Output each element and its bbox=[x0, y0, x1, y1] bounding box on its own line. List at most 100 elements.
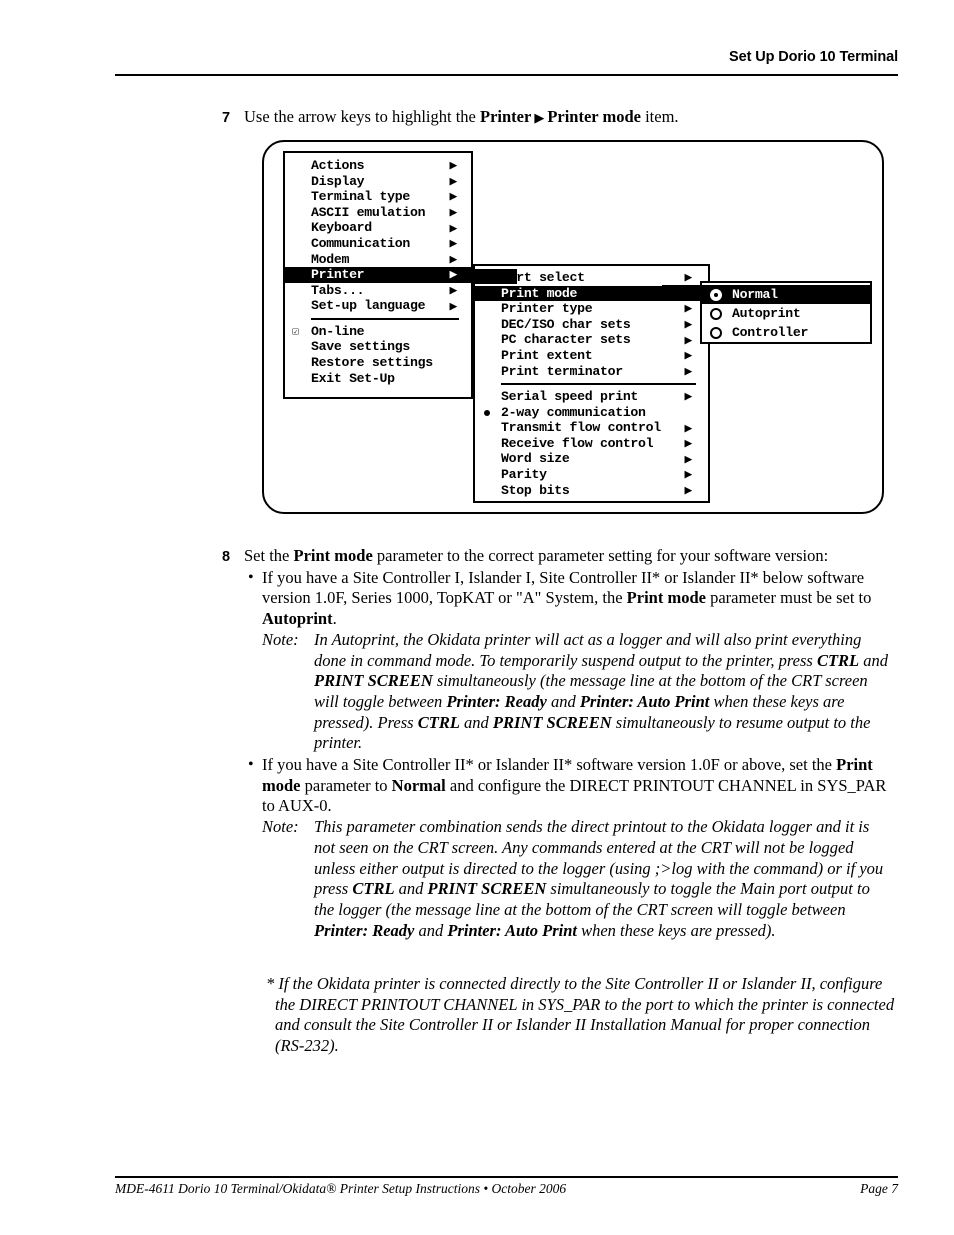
printer-selection-bleed bbox=[473, 268, 517, 285]
menu-item-actions[interactable]: Actions ▶ bbox=[285, 158, 471, 174]
menu-item-ascii-emulation[interactable]: ASCII emulation ▶ bbox=[285, 205, 471, 221]
submenu-arrow-icon: ▶ bbox=[684, 348, 692, 364]
menu-item-label: Print extent bbox=[501, 347, 593, 363]
note-1-seg-2: and bbox=[859, 650, 888, 670]
note-1: Note: In Autoprint, the Okidata printer … bbox=[262, 630, 894, 754]
note-1-bold-6: PRINT SCREEN bbox=[492, 712, 612, 732]
step-8-body: Set the Print mode parameter to the corr… bbox=[244, 546, 894, 941]
submenu-arrow-icon: ▶ bbox=[684, 389, 692, 405]
menu-item-exit-set-up[interactable]: Exit Set-Up bbox=[285, 371, 471, 387]
step-8-bullet-list: • If you have a Site Controller I, Islan… bbox=[244, 568, 894, 942]
menu-item-tabs[interactable]: Tabs... ▶ bbox=[285, 283, 471, 299]
submenu-arrow-icon: ▶ bbox=[684, 363, 692, 379]
step-8-lead: Set the Print mode parameter to the corr… bbox=[244, 546, 894, 567]
submenu-arrow-icon: ▶ bbox=[449, 173, 457, 189]
menu-item-terminal-type[interactable]: Terminal type ▶ bbox=[285, 189, 471, 205]
step-7-bold-printer: Printer bbox=[480, 107, 532, 126]
step-8: 8 Set the Print mode parameter to the co… bbox=[222, 546, 894, 941]
menu-item-display[interactable]: Display ▶ bbox=[285, 174, 471, 190]
menu-item-printer-type[interactable]: Printer type ▶ bbox=[475, 301, 708, 317]
setup-main-menu[interactable]: Actions ▶ Display ▶ Terminal type ▶ ASCI… bbox=[283, 151, 473, 399]
menu-item-communication[interactable]: Communication ▶ bbox=[285, 236, 471, 252]
radio-option-autoprint[interactable]: Autoprint bbox=[702, 304, 870, 323]
radio-option-controller[interactable]: Controller bbox=[702, 323, 870, 342]
footer-left-text: MDE-4611 Dorio 10 Terminal/Okidata® Prin… bbox=[115, 1181, 567, 1196]
print-mode-submenu[interactable]: Normal Autoprint Controller bbox=[700, 281, 872, 344]
menu-item-modem[interactable]: Modem ▶ bbox=[285, 252, 471, 268]
submenu-arrow-icon: ▶ bbox=[449, 251, 457, 267]
step-7-text-before: Use the arrow keys to highlight the bbox=[244, 107, 480, 126]
menu-item-set-up-language[interactable]: Set-up language ▶ bbox=[285, 298, 471, 314]
menu-item-print-terminator[interactable]: Print terminator ▶ bbox=[475, 364, 708, 380]
menu-item-label: Controller bbox=[732, 324, 809, 340]
page-footer: MDE-4611 Dorio 10 Terminal/Okidata® Prin… bbox=[115, 1181, 898, 1197]
submenu-arrow-icon: ▶ bbox=[684, 301, 692, 317]
asterisk-footnote: * If the Okidata printer is connected di… bbox=[266, 974, 895, 1056]
menu-item-label: Normal bbox=[732, 286, 778, 302]
menu-separator bbox=[501, 383, 696, 386]
header-title: Set Up Dorio 10 Terminal bbox=[729, 49, 898, 65]
menu-item-parity[interactable]: Parity ▶ bbox=[475, 467, 708, 483]
menu-item-2-way-communication[interactable]: 2-way communication bbox=[475, 405, 708, 421]
menu-item-label: Transmit flow control bbox=[501, 420, 661, 436]
menu-item-on-line[interactable]: ☑ On-line bbox=[285, 324, 471, 340]
menu-item-pc-character-sets[interactable]: PC character sets ▶ bbox=[475, 332, 708, 348]
footer-page-number: Page 7 bbox=[860, 1181, 898, 1196]
menu-item-label: 2-way communication bbox=[501, 404, 646, 420]
submenu-arrow-icon: ▶ bbox=[449, 267, 457, 283]
menu-item-transmit-flow-control[interactable]: Transmit flow control ▶ bbox=[475, 420, 708, 436]
menu-item-stop-bits[interactable]: Stop bits ▶ bbox=[475, 483, 708, 499]
menu-item-label: Save settings bbox=[311, 339, 410, 355]
submenu-arrow-icon: ▶ bbox=[684, 317, 692, 333]
submenu-arrow-icon: ▶ bbox=[449, 158, 457, 174]
submenu-arrow-icon: ▶ bbox=[449, 189, 457, 205]
menu-item-label: Modem bbox=[311, 251, 350, 267]
menu-item-keyboard[interactable]: Keyboard ▶ bbox=[285, 220, 471, 236]
radio-option-normal[interactable]: Normal bbox=[702, 285, 870, 304]
menu-item-receive-flow-control[interactable]: Receive flow control ▶ bbox=[475, 436, 708, 452]
note-2-seg-4: and bbox=[414, 920, 448, 940]
radio-unselected-icon[interactable] bbox=[710, 307, 722, 320]
bullet-1-bold-1: Print mode bbox=[626, 588, 706, 608]
submenu-arrow-icon: ▶ bbox=[449, 236, 457, 252]
bullet-2-bold-2: Normal bbox=[391, 775, 446, 795]
submenu-arrow-icon: ▶ bbox=[449, 205, 457, 221]
menu-item-label: Receive flow control bbox=[501, 435, 654, 451]
radio-selected-icon[interactable] bbox=[710, 288, 722, 301]
menu-item-dec-iso-char-sets[interactable]: DEC/ISO char sets ▶ bbox=[475, 317, 708, 333]
menu-item-print-extent[interactable]: Print extent ▶ bbox=[475, 348, 708, 364]
menu-item-label: Set-up language bbox=[311, 298, 426, 314]
step-8-lead-after: parameter to the correct parameter setti… bbox=[372, 546, 829, 565]
submenu-arrow-icon: ▶ bbox=[449, 298, 457, 314]
menu-item-label: Print mode bbox=[501, 285, 578, 301]
radio-unselected-icon[interactable] bbox=[710, 326, 722, 339]
menu-item-label: Parity bbox=[501, 467, 547, 483]
submenu-arrow-icon: ▶ bbox=[684, 467, 692, 483]
menu-item-printer[interactable]: Printer ▶ bbox=[285, 267, 471, 283]
note-1-seg-6: and bbox=[459, 712, 493, 732]
step-8-lead-bold: Print mode bbox=[293, 546, 373, 565]
menu-item-label: Keyboard bbox=[311, 220, 372, 236]
menu-item-label: ASCII emulation bbox=[311, 204, 426, 220]
note-1-bold-2: PRINT SCREEN bbox=[314, 671, 433, 691]
checkbox-checked-icon[interactable]: ☑ bbox=[292, 326, 299, 338]
menu-item-label: Actions bbox=[311, 157, 365, 173]
menu-item-label: Print terminator bbox=[501, 363, 623, 379]
menu-item-serial-speed-print[interactable]: Serial speed print ▶ bbox=[475, 389, 708, 405]
step-7-bold-printer-mode: Printer mode bbox=[547, 107, 641, 126]
submenu-arrow-icon: ▶ bbox=[684, 270, 692, 286]
page-header: Set Up Dorio 10 Terminal bbox=[115, 48, 898, 66]
menu-item-word-size[interactable]: Word size ▶ bbox=[475, 451, 708, 468]
menu-item-label: Communication bbox=[311, 235, 410, 251]
menu-item-label: Tabs... bbox=[311, 282, 365, 298]
note-1-bold-5: CTRL bbox=[417, 712, 460, 732]
menu-item-save-settings[interactable]: Save settings bbox=[285, 339, 471, 356]
bullet-1-seg-2: parameter must be set to bbox=[705, 588, 872, 608]
note-2-bold-4: Printer: Auto Print bbox=[447, 920, 577, 940]
menu-item-label: PC character sets bbox=[501, 332, 631, 348]
note-1-label: Note: bbox=[262, 629, 299, 649]
step-7-number: 7 bbox=[222, 110, 231, 126]
step-7-text: Use the arrow keys to highlight the Prin… bbox=[244, 107, 882, 129]
note-2-bold-3: Printer: Ready bbox=[314, 920, 415, 940]
menu-item-restore-settings[interactable]: Restore settings bbox=[285, 355, 471, 371]
